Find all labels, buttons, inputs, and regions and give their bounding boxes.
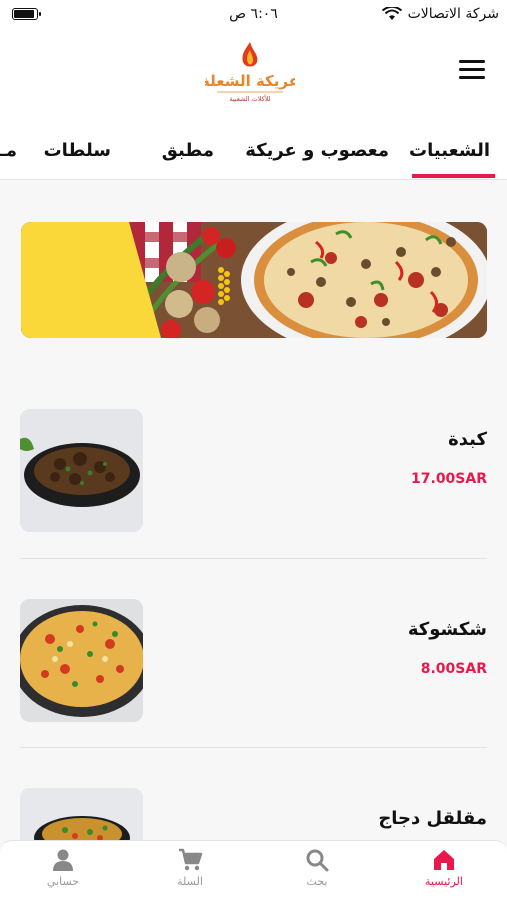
home-icon	[434, 850, 454, 870]
active-tab-indicator	[412, 174, 495, 178]
product-price: 8.00SAR	[420, 661, 487, 677]
nav-search[interactable]: بحث	[277, 847, 357, 888]
logo-title: عريكة الشعلة	[205, 72, 295, 90]
product-name: كبدة	[448, 429, 487, 450]
status-time: ٦:٠٦ ص	[229, 6, 278, 22]
user-icon	[53, 849, 73, 871]
product-image-kebda	[20, 409, 143, 532]
battery-icon	[12, 8, 41, 20]
product-name: مقلقل دجاج	[378, 808, 487, 829]
promo-banner[interactable]	[21, 222, 487, 338]
tab-more[interactable]: مـ	[0, 140, 17, 161]
brand-logo[interactable]: عريكة الشعلة للأكلات الشعبية	[205, 38, 295, 104]
logo-subtitle: للأكلات الشعبية	[229, 94, 270, 103]
nav-account[interactable]: حسابي	[23, 847, 103, 888]
nav-cart-label: السلة	[177, 875, 203, 888]
nav-cart[interactable]: السلة	[150, 847, 230, 888]
nav-home-label: الرئيسية	[425, 875, 463, 888]
hamburger-icon-line	[459, 76, 485, 79]
menu-button[interactable]	[459, 60, 485, 82]
hamburger-icon-line	[459, 68, 485, 71]
bottom-navigation: الرئيسية بحث السلة حسابي	[0, 840, 507, 900]
tab-maasoob-areeka[interactable]: معصوب و عريكة	[245, 140, 389, 161]
app-header: عريكة الشعلة للأكلات الشعبية	[0, 30, 507, 118]
nav-home[interactable]: الرئيسية	[404, 847, 484, 888]
product-name: شكشوكة	[407, 619, 487, 640]
pizza	[241, 222, 487, 338]
cart-icon	[179, 848, 203, 871]
hamburger-icon-line	[459, 60, 485, 63]
nav-account-label: حسابي	[46, 875, 80, 888]
divider	[20, 747, 487, 748]
tab-shaabiyat[interactable]: الشعبيات	[409, 140, 490, 161]
product-card[interactable]: شكشوكة 8.00SAR	[20, 599, 487, 749]
tab-salads[interactable]: سلطات	[44, 140, 111, 161]
product-price: 17.00SAR	[411, 471, 487, 487]
search-icon	[306, 849, 329, 872]
product-image-shakshuka	[20, 599, 143, 722]
category-tabs: الشعبيات معصوب و عريكة مطبق سلطات مـ	[0, 118, 507, 180]
banner-image	[21, 222, 487, 338]
status-bar: شركة الاتصالات ٦:٠٦ ص	[0, 0, 507, 30]
product-card[interactable]: كبدة 17.00SAR	[20, 409, 487, 559]
nav-search-label: بحث	[306, 875, 328, 888]
divider	[20, 558, 487, 559]
tab-mutabbaq[interactable]: مطبق	[162, 140, 214, 161]
